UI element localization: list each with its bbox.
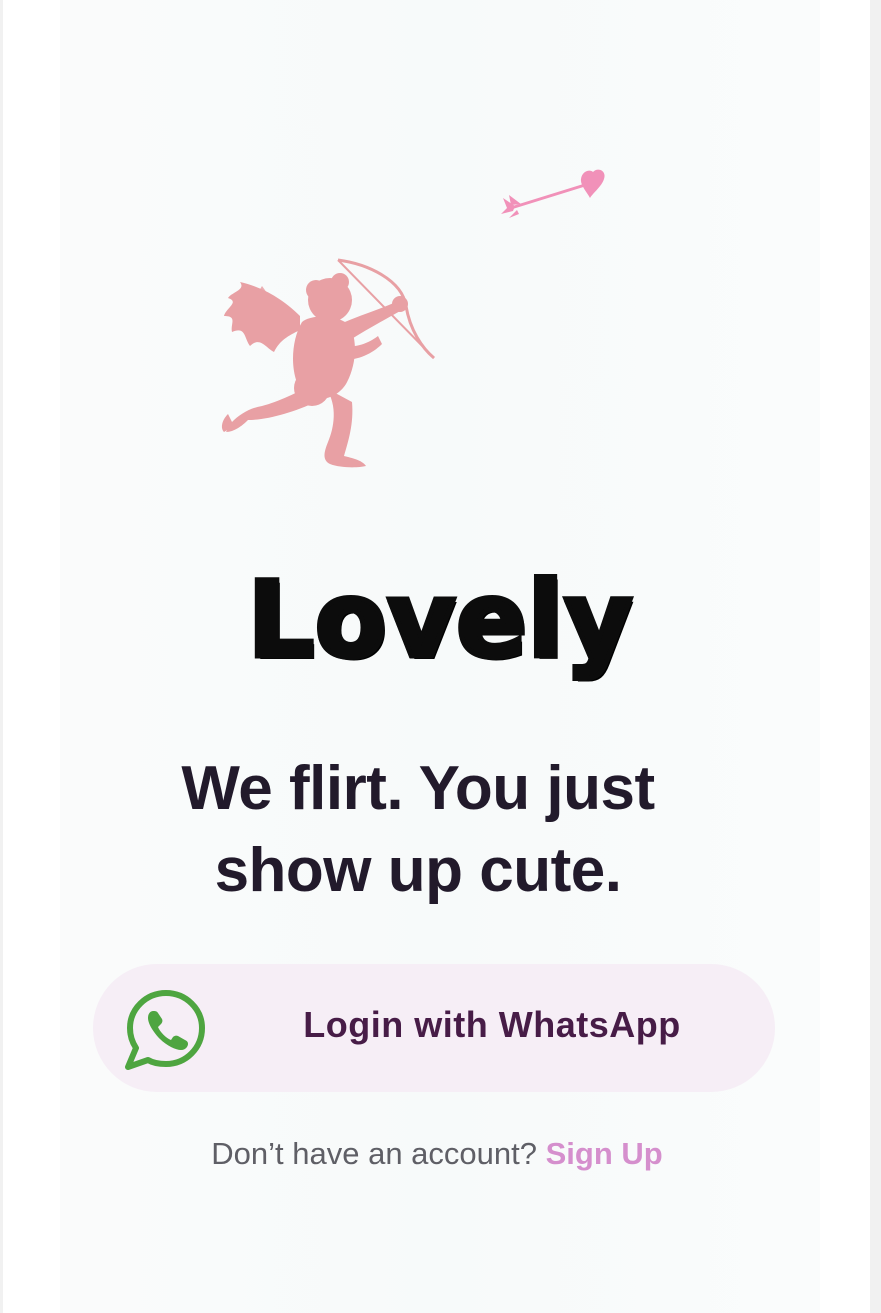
signup-link[interactable]: Sign Up [546,1136,663,1171]
device-frame: Lovely We flirt. You just show up cute. … [0,0,881,1313]
signup-prompt-text: Don’t have an account? [211,1136,546,1171]
heart-arrow-icon [501,169,605,218]
hero-line-2: show up cute. [214,836,622,905]
hero-headline: We flirt. You just show up cute. [100,748,736,912]
cupid-icon [221,258,435,468]
signup-prompt: Don’t have an account? Sign Up [0,1130,874,1178]
hero-line-1: We flirt. You just [181,754,655,823]
app-logo: Lovely [245,558,635,683]
login-whatsapp-label: Login with WhatsApp [303,1004,681,1045]
login-whatsapp-button[interactable]: Login with WhatsApp [93,964,775,1092]
whatsapp-icon [125,990,205,1070]
